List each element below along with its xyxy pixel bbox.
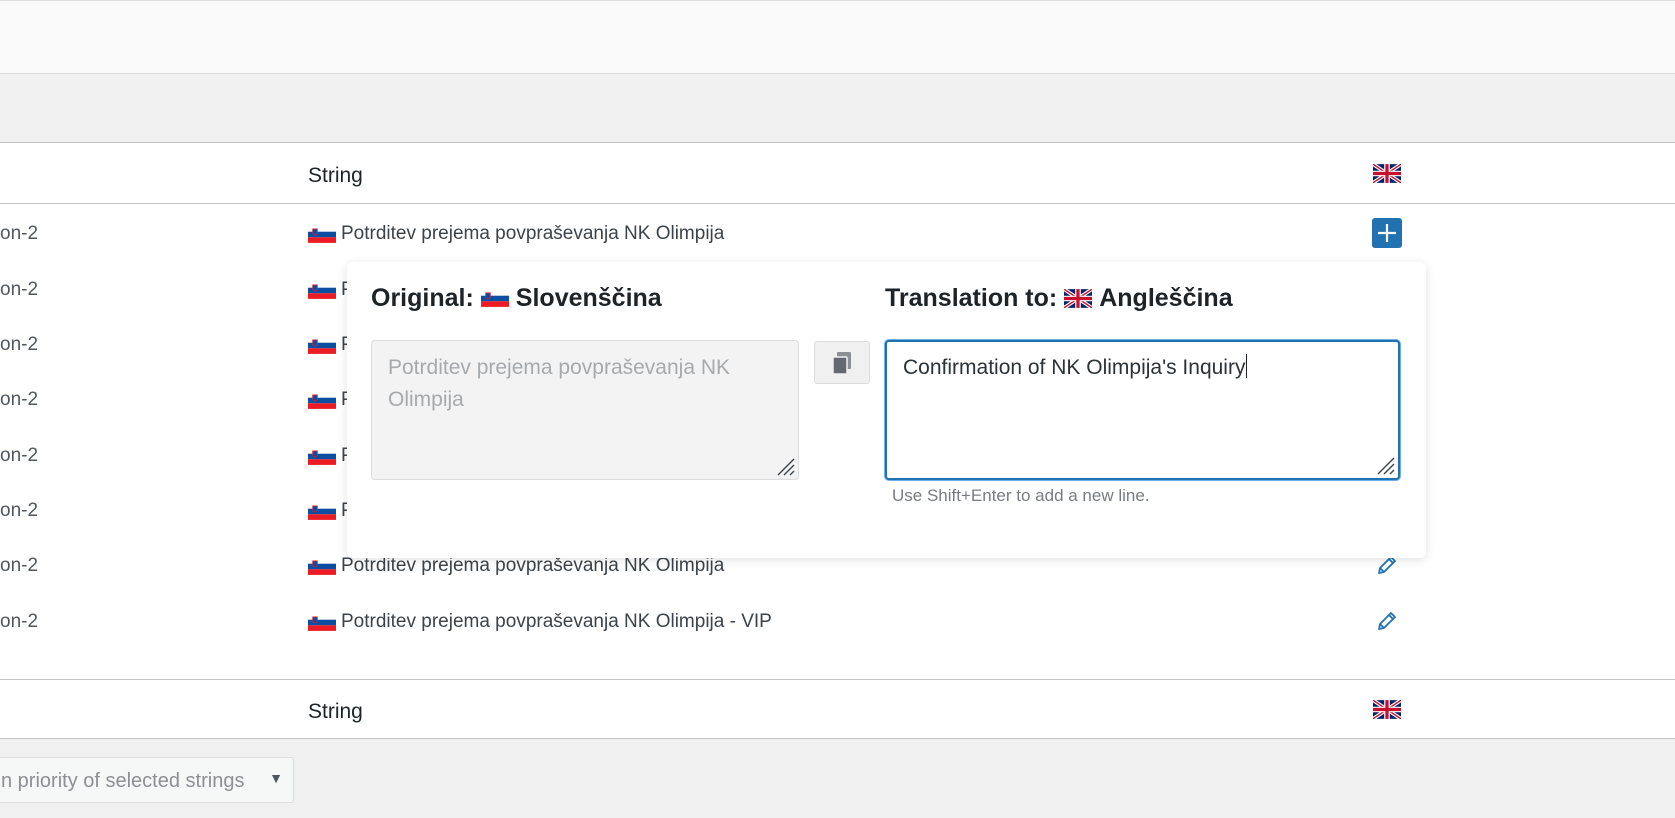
row-string: Potrditev prejema povpraševanja NK Olimp… <box>308 555 724 577</box>
table-row: on-2 Potrditev prejema povpraševanja NK … <box>0 204 1675 263</box>
original-label: Original: <box>371 284 474 312</box>
translation-popup: Original: Slovenščina Translation to: An… <box>347 262 1426 558</box>
translation-label: Translation to: <box>885 284 1058 312</box>
slovenia-flag-icon <box>308 391 336 409</box>
original-heading: Original: Slovenščina <box>371 284 662 313</box>
table-row: on-2 Potrditev prejema povpraševanja NK … <box>0 592 1675 651</box>
slovenia-flag-icon <box>308 336 336 354</box>
copy-icon <box>832 351 851 375</box>
plus-icon <box>1378 224 1396 242</box>
row-context: on-2 <box>0 279 39 300</box>
slovenia-flag-icon <box>480 290 509 307</box>
slovenia-flag-icon <box>308 225 336 243</box>
translation-language: Angleščina <box>1099 284 1233 312</box>
row-context: on-2 <box>0 611 39 632</box>
original-language: Slovenščina <box>515 284 662 312</box>
row-context: on-2 <box>0 334 39 355</box>
bulk-priority-select[interactable]: n priority of selected strings ▼ <box>0 757 294 803</box>
slovenia-flag-icon <box>308 557 336 575</box>
translation-heading: Translation to: Angleščina <box>885 284 1233 313</box>
row-context: on-2 <box>0 500 39 521</box>
row-context: on-2 <box>0 445 39 466</box>
edit-translation-button[interactable] <box>1372 606 1402 636</box>
slovenia-flag-icon <box>308 502 336 520</box>
slovenia-flag-icon <box>308 613 336 631</box>
table-header: String <box>0 143 1675 204</box>
resize-grip-icon[interactable] <box>774 455 796 477</box>
translation-text: Confirmation of NK Olimpija's Inquiry <box>903 356 1246 379</box>
row-string-text: Potrditev prejema povpraševanja NK Olimp… <box>341 611 772 632</box>
copy-original-button[interactable] <box>814 341 870 384</box>
row-context: on-2 <box>0 555 39 576</box>
add-translation-button[interactable] <box>1372 218 1402 248</box>
uk-flag-icon <box>1064 289 1093 308</box>
row-string: Potrditev prejema povpraševanja NK Olimp… <box>308 223 724 245</box>
row-context: on-2 <box>0 389 39 410</box>
slovenia-flag-icon <box>308 447 336 465</box>
bulk-select-text: n priority of selected strings <box>1 770 245 792</box>
column-header-string[interactable]: String <box>308 164 363 188</box>
uk-flag-icon <box>1373 164 1401 183</box>
newline-hint: Use Shift+Enter to add a new line. <box>892 486 1150 505</box>
dropdown-arrow-icon: ▼ <box>269 770 283 786</box>
translation-input[interactable]: Confirmation of NK Olimpija's Inquiry <box>885 340 1400 480</box>
original-text-field: Potrditev prejema povpraševanja NK Olimp… <box>371 340 799 480</box>
row-string-text: Potrditev prejema povpraševanja NK Olimp… <box>341 555 725 576</box>
top-toolbar <box>0 0 1675 74</box>
uk-flag-icon <box>1373 700 1401 719</box>
table-footer: String <box>0 679 1675 739</box>
row-string-text: Potrditev prejema povpraševanja NK Olimp… <box>341 223 725 244</box>
pencil-icon <box>1378 612 1396 630</box>
toolbar-band <box>0 74 1675 142</box>
row-context: on-2 <box>0 223 39 244</box>
text-caret <box>1246 354 1248 378</box>
resize-grip-icon[interactable] <box>1374 454 1396 476</box>
original-text: Potrditev prejema povpraševanja NK Olimp… <box>388 356 731 411</box>
slovenia-flag-icon <box>308 281 336 299</box>
column-footer-string[interactable]: String <box>308 700 363 724</box>
row-string: Potrditev prejema povpraševanja NK Olimp… <box>308 611 772 633</box>
